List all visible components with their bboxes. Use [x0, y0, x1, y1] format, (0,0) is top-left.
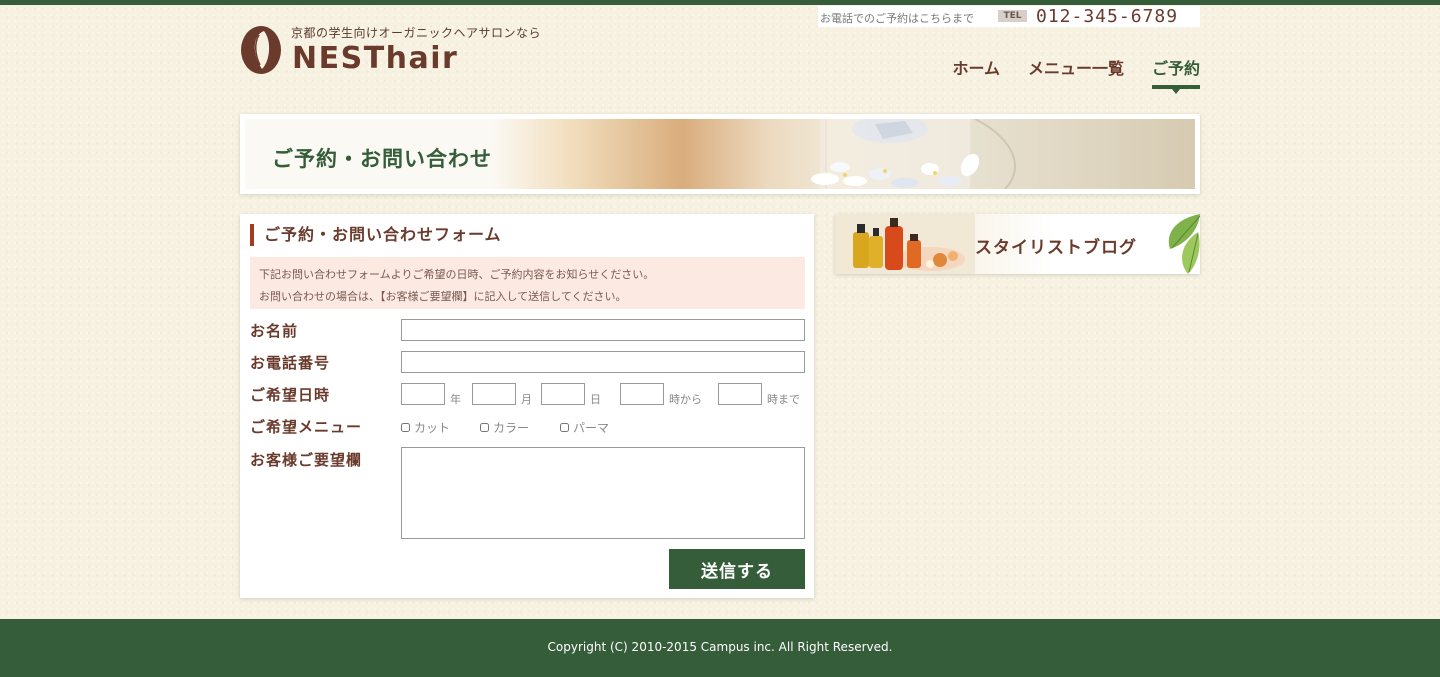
request-label: お客様ご要望欄: [250, 451, 363, 469]
perm-label: パーマ: [573, 421, 610, 435]
month-unit: 月: [521, 393, 532, 406]
form-notice: 下記お問い合わせフォームよりご希望の日時、ご予約内容をお知らせください。 お問い…: [250, 257, 805, 309]
name-label: お名前: [250, 322, 299, 340]
notice-line: 下記お問い合わせフォームよりご希望の日時、ご予約内容をお知らせください。: [259, 268, 655, 281]
site-header: 京都の学生向けオーガニックヘアサロンなら NESThair お電話でのご予約はこ…: [240, 5, 1201, 105]
tel-badge: TEL: [998, 10, 1027, 22]
year-unit: 年: [450, 393, 461, 406]
site-footer: Copyright (C) 2010-2015 Campus inc. All …: [0, 619, 1440, 677]
nav-menu-list[interactable]: メニュー一覧: [1028, 55, 1124, 89]
site-tagline: 京都の学生向けオーガニックヘアサロンなら: [291, 26, 542, 40]
tel-box: お電話でのご予約はこちらまで TEL 012-345-6789: [818, 6, 1200, 27]
perm-checkbox[interactable]: [560, 423, 569, 432]
page-title: ご予約・お問い合わせ: [272, 147, 492, 171]
flower-decoration-icon: [811, 119, 1016, 189]
nav-home[interactable]: ホーム: [952, 55, 1000, 89]
menu-option-color[interactable]: カラー: [480, 419, 529, 436]
reservation-form-panel: ご予約・お問い合わせフォーム 下記お問い合わせフォームよりご希望の日時、ご予約内…: [240, 214, 814, 598]
cut-checkbox[interactable]: [401, 423, 410, 432]
time-to-input[interactable]: [718, 383, 762, 405]
cosmetics-bottles-icon: [835, 214, 975, 274]
menu-option-perm[interactable]: パーマ: [560, 419, 609, 436]
time-from-input[interactable]: [620, 383, 664, 405]
month-input[interactable]: [472, 383, 516, 405]
submit-button[interactable]: 送信する: [669, 549, 805, 589]
page-banner: ご予約・お問い合わせ: [240, 114, 1200, 194]
tel-number[interactable]: 012-345-6789: [1036, 6, 1178, 27]
phone-label: お電話番号: [250, 354, 331, 372]
year-input[interactable]: [401, 383, 445, 405]
cut-label: カット: [414, 421, 451, 435]
banner-image: ご予約・お問い合わせ: [245, 119, 1195, 189]
phone-input[interactable]: [401, 351, 805, 373]
notice-line: お問い合わせの場合は、【お客様ご要望欄】に記入して送信してください。: [259, 290, 627, 303]
tel-note: お電話でのご予約はこちらまで: [820, 12, 974, 25]
request-textarea[interactable]: [401, 447, 805, 539]
nav-reservation[interactable]: ご予約: [1151, 55, 1201, 94]
logo-hair-icon: [241, 26, 281, 74]
time-to-unit: 時まで: [767, 393, 800, 406]
menu-label: ご希望メニュー: [250, 418, 363, 436]
form-title: ご予約・お問い合わせフォーム: [250, 224, 502, 246]
color-checkbox[interactable]: [480, 423, 489, 432]
color-label: カラー: [493, 421, 530, 435]
name-input[interactable]: [401, 319, 805, 341]
day-input[interactable]: [541, 383, 585, 405]
menu-option-cut[interactable]: カット: [401, 419, 450, 436]
time-from-unit: 時から: [669, 393, 702, 406]
site-logo[interactable]: NESThair: [292, 41, 458, 76]
stylist-blog-banner[interactable]: スタイリストブログ: [835, 214, 1200, 274]
copyright-text: Copyright (C) 2010-2015 Campus inc. All …: [547, 640, 893, 654]
datetime-label: ご希望日時: [250, 386, 331, 404]
main-nav: ホーム メニュー一覧 ご予約: [952, 55, 1201, 94]
leaf-decoration-icon: [1168, 214, 1200, 274]
blog-label: スタイリストブログ: [975, 238, 1137, 258]
day-unit: 日: [590, 393, 601, 406]
